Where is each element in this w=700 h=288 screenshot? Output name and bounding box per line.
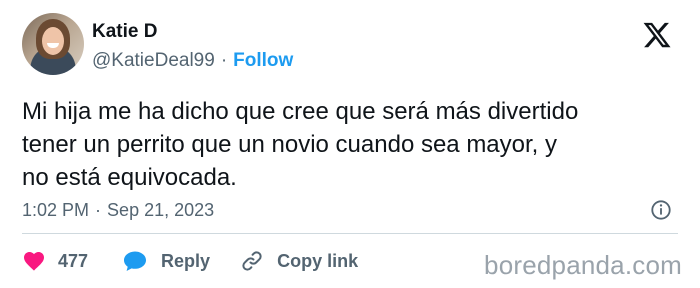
x-logo-icon[interactable] bbox=[642, 20, 672, 50]
link-icon bbox=[242, 251, 262, 271]
reply-label: Reply bbox=[161, 250, 211, 271]
tweet-card: Katie D @KatieDeal99 · Follow Mi hija me h… bbox=[0, 0, 700, 288]
like-count: 477 bbox=[58, 250, 89, 271]
action-bar: 477 Reply Copy link bbox=[22, 246, 358, 276]
handle-row: @KatieDeal99 · Follow bbox=[92, 50, 293, 72]
heart-icon bbox=[24, 252, 44, 271]
copy-link-button[interactable]: Copy link bbox=[240, 249, 358, 273]
tweet-time: 1:02 PM bbox=[22, 200, 90, 220]
tweet-date: Sep 21, 2023 bbox=[107, 200, 215, 220]
author-handle[interactable]: @KatieDeal99 bbox=[92, 50, 215, 71]
reply-button[interactable]: Reply bbox=[122, 249, 210, 273]
reply-bubble-icon bbox=[124, 251, 147, 271]
meta-separator: · bbox=[95, 200, 102, 220]
info-icon[interactable] bbox=[650, 199, 672, 221]
author-name[interactable]: Katie D bbox=[92, 21, 157, 43]
tweet-line: no está equivocada. bbox=[22, 164, 237, 191]
follow-button[interactable]: Follow bbox=[233, 50, 293, 71]
tweet-timestamp[interactable]: 1:02 PM · Sep 21, 2023 bbox=[22, 200, 214, 221]
handle-separator: · bbox=[220, 50, 228, 71]
watermark: boredpanda.com bbox=[484, 250, 682, 280]
copy-link-label: Copy link bbox=[277, 250, 359, 271]
divider bbox=[22, 233, 678, 234]
avatar[interactable] bbox=[22, 13, 84, 75]
tweet-line: Mi hija me ha dicho que cree que será má… bbox=[22, 98, 579, 125]
tweet-line: tener un perrito que un novio cuando sea… bbox=[22, 131, 558, 158]
like-button[interactable]: 477 bbox=[22, 249, 88, 273]
tweet-text: Mi hija me ha dicho que cree que será má… bbox=[22, 95, 682, 194]
avatar-face bbox=[42, 27, 64, 55]
